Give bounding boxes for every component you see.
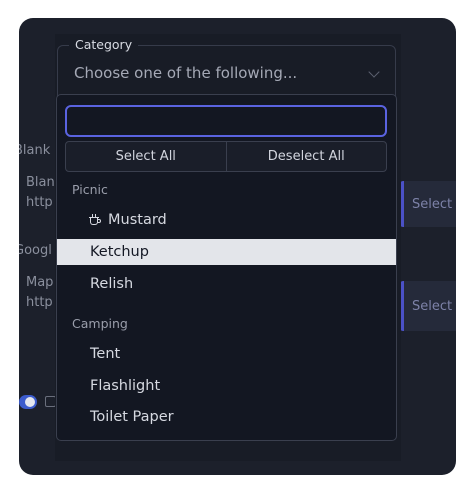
group-label-camping: Camping xyxy=(72,316,128,331)
option-mustard[interactable]: Mustard xyxy=(57,207,396,233)
app-window: Blank Blan http Googl Map http Select I … xyxy=(19,18,456,475)
background-select-card[interactable]: Select I xyxy=(400,281,456,331)
background-select-card-label: Select I xyxy=(412,196,456,212)
background-toggle[interactable] xyxy=(19,395,37,409)
background-select-card-label: Select I xyxy=(412,298,456,314)
background-item-url: http xyxy=(26,295,53,310)
background-item-title: Blan xyxy=(26,175,55,190)
option-flashlight[interactable]: Flashlight xyxy=(57,373,396,399)
background-section-label: Blank xyxy=(19,143,51,158)
category-placeholder: Choose one of the following... xyxy=(74,64,298,82)
option-tent[interactable]: Tent xyxy=(57,341,396,367)
selection-actions: Select All Deselect All xyxy=(65,141,387,172)
option-label: Flashlight xyxy=(90,378,161,394)
dropdown-search-input[interactable] xyxy=(65,105,387,137)
category-dropdown: Select All Deselect All Picnic Mustard K… xyxy=(56,94,397,441)
coffee-cup-icon xyxy=(89,213,102,226)
option-toilet-paper[interactable]: Toilet Paper xyxy=(57,404,396,430)
option-ketchup[interactable]: Ketchup xyxy=(57,239,396,265)
group-label-picnic: Picnic xyxy=(72,182,108,197)
background-section-label: Googl xyxy=(19,243,52,258)
option-label: Toilet Paper xyxy=(90,409,174,425)
option-label: Mustard xyxy=(108,212,167,228)
option-label: Relish xyxy=(90,276,134,292)
background-item-url: http xyxy=(26,195,53,210)
toggle-knob xyxy=(25,397,35,407)
background-item-title: Map xyxy=(26,275,54,290)
chevron-down-icon[interactable] xyxy=(368,66,380,78)
background-select-card[interactable]: Select I xyxy=(400,181,456,227)
option-relish[interactable]: Relish xyxy=(57,271,396,297)
option-label: Tent xyxy=(90,346,121,362)
category-label: Category xyxy=(69,37,139,52)
deselect-all-button[interactable]: Deselect All xyxy=(225,142,387,171)
option-label: Ketchup xyxy=(90,244,149,260)
select-all-button[interactable]: Select All xyxy=(66,142,226,171)
